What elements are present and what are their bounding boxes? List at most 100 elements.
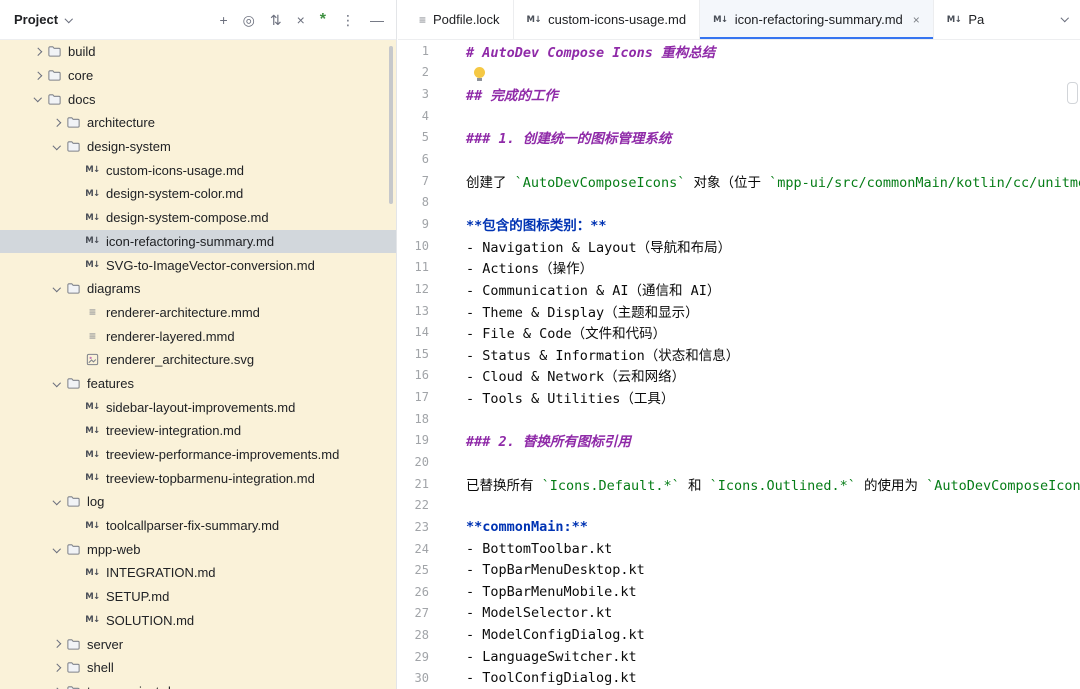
editor-line[interactable]: 16 - Cloud & Network（云和网络）	[398, 365, 1080, 387]
tree-item-build[interactable]: build	[0, 40, 396, 64]
tree-item-shell[interactable]: shell	[0, 656, 396, 680]
line-content: - Communication & AI（通信和 AI）	[450, 279, 720, 299]
line-content: - BottomToolbar.kt	[450, 541, 612, 557]
expand-all-icon[interactable]: ⇅	[270, 13, 282, 27]
markdown-file-icon: M↓	[85, 591, 100, 602]
tree-item-label: treeview-integration.md	[106, 423, 242, 439]
markdown-file-icon: M↓	[85, 615, 100, 626]
tree-item-SOLUTION.md[interactable]: M↓ SOLUTION.md	[0, 609, 396, 633]
line-number: 13	[414, 303, 429, 318]
tree-item-sidebar-layout-improvements.md[interactable]: M↓ sidebar-layout-improvements.md	[0, 395, 396, 419]
tree-item-INTEGRATION.md[interactable]: M↓ INTEGRATION.md	[0, 561, 396, 585]
chevron-collapsed-icon[interactable]	[52, 663, 61, 672]
select-opened-file-icon[interactable]: ◎	[243, 13, 255, 27]
code-segment: - TopBarMenuDesktop.kt	[466, 562, 645, 579]
editor-line[interactable]: 23 **commonMain:**	[398, 516, 1080, 538]
close-tab-icon[interactable]: ×	[913, 13, 920, 27]
tree-item-SETUP.md[interactable]: M↓ SETUP.md	[0, 585, 396, 609]
tree-item-treeview-topbarmenu-integration.md[interactable]: M↓ treeview-topbarmenu-integration.md	[0, 466, 396, 490]
tree-scrollbar-thumb[interactable]	[389, 46, 393, 204]
editor-line[interactable]: 25 - TopBarMenuDesktop.kt	[398, 559, 1080, 581]
editor-line[interactable]: 12 - Communication & AI（通信和 AI）	[398, 278, 1080, 300]
tree-item-design-system[interactable]: design-system	[0, 135, 396, 159]
chevron-collapsed-icon[interactable]	[52, 119, 61, 127]
tree-item-features[interactable]: features	[0, 372, 396, 396]
collapse-all-icon[interactable]: ×	[297, 13, 305, 27]
tree-item-temp-project-docs[interactable]: temp-project-docs	[0, 680, 396, 689]
tree-item-log[interactable]: log	[0, 490, 396, 514]
code-segment: - BottomToolbar.kt	[466, 540, 613, 557]
tree-item-renderer_architecture.svg[interactable]: renderer_architecture.svg	[0, 348, 396, 372]
code-segment: `Icons.Default.*`	[541, 477, 680, 494]
editor-line[interactable]: 8	[398, 191, 1080, 213]
editor-line[interactable]: 9 **包含的图标类别：**	[398, 213, 1080, 235]
editor-tab-Pa[interactable]: M↓ Pa	[934, 0, 990, 39]
tree-item-architecture[interactable]: architecture	[0, 111, 396, 135]
editor-line[interactable]: 18	[398, 408, 1080, 430]
editor-line[interactable]: 6	[398, 148, 1080, 170]
editor-line[interactable]: 26 - TopBarMenuMobile.kt	[398, 581, 1080, 603]
tree-item-treeview-integration.md[interactable]: M↓ treeview-integration.md	[0, 419, 396, 443]
editor-line[interactable]: 28 - ModelConfigDialog.kt	[398, 624, 1080, 646]
tree-item-icon-refactoring-summary.md[interactable]: M↓ icon-refactoring-summary.md	[0, 229, 396, 254]
tree-item-renderer-architecture.mmd[interactable]: ≡ renderer-architecture.mmd	[0, 301, 396, 325]
chevron-collapsed-icon[interactable]	[33, 71, 42, 80]
tree-item-renderer-layered.mmd[interactable]: ≡ renderer-layered.mmd	[0, 324, 396, 348]
editor-line[interactable]: 10 - Navigation & Layout（导航和布局）	[398, 235, 1080, 257]
chevron-expanded-icon[interactable]	[52, 497, 61, 505]
tree-item-toolcallparser-fix-summary.md[interactable]: M↓ toolcallparser-fix-summary.md	[0, 514, 396, 538]
editor-line[interactable]: 13 - Theme & Display（主题和显示）	[398, 300, 1080, 322]
tree-item-core[interactable]: core	[0, 64, 396, 88]
more-options-icon[interactable]: ⋮	[341, 13, 355, 27]
editor-line[interactable]: 22	[398, 494, 1080, 516]
editor-line[interactable]: 7 创建了 `AutoDevComposeIcons` 对象（位于 `mpp-ui…	[398, 170, 1080, 192]
editor-line[interactable]: 5 ### 1. 创建统一的图标管理系统	[398, 127, 1080, 149]
tree-item-server[interactable]: server	[0, 632, 396, 656]
editor-line[interactable]: 29 - LanguageSwitcher.kt	[398, 646, 1080, 668]
tree-item-SVG-to-ImageVector-conversion.md[interactable]: M↓ SVG-to-ImageVector-conversion.md	[0, 253, 396, 277]
editor-tab-Podfile.lock[interactable]: ≡ Podfile.lock	[406, 0, 514, 39]
chevron-expanded-icon[interactable]	[33, 94, 42, 103]
editor-line[interactable]: 19 ### 2. 替换所有图标引用	[398, 430, 1080, 452]
tree-item-mpp-web[interactable]: mpp-web	[0, 537, 396, 561]
editor-line[interactable]: 20	[398, 451, 1080, 473]
editor-line[interactable]: 17 - Tools & Utilities（工具）	[398, 386, 1080, 408]
editor-line[interactable]: 24 - BottomToolbar.kt	[398, 538, 1080, 560]
line-content: **包含的图标类别：**	[450, 214, 607, 234]
editor-line[interactable]: 30 - ToolConfigDialog.kt	[398, 668, 1080, 689]
project-panel-title-button[interactable]: Project	[14, 12, 73, 27]
tree-item-custom-icons-usage.md[interactable]: M↓ custom-icons-usage.md	[0, 158, 396, 182]
editor-line[interactable]: 27 - ModelSelector.kt	[398, 603, 1080, 625]
chevron-expanded-icon[interactable]	[52, 378, 61, 387]
editor-tabs: ≡ Podfile.lock M↓ custom-icons-usage.md M↓ ic…	[406, 0, 1080, 39]
editor-scrollbar-widget[interactable]	[1067, 82, 1078, 104]
tree-item-design-system-compose.md[interactable]: M↓ design-system-compose.md	[0, 206, 396, 230]
editor-line[interactable]: 14 - File & Code（文件和代码）	[398, 321, 1080, 343]
tree-item-diagrams[interactable]: diagrams	[0, 277, 396, 301]
editor-line[interactable]: 11 - Actions（操作）	[398, 256, 1080, 278]
tree-item-treeview-performance-improvements.md[interactable]: M↓ treeview-performance-improvements.md	[0, 443, 396, 467]
editor-line[interactable]: 15 - Status & Information（状态和信息）	[398, 343, 1080, 365]
editor-line[interactable]: 3 ## 完成的工作	[398, 83, 1080, 105]
intention-bulb-icon[interactable]	[474, 66, 485, 81]
line-content: - LanguageSwitcher.kt	[450, 649, 637, 665]
chevron-expanded-icon[interactable]	[52, 544, 61, 553]
tree-item-docs[interactable]: docs	[0, 87, 396, 111]
editor[interactable]: 1 # AutoDev Compose Icons 重构总结 2 3 ## 完成的工作 4…	[398, 40, 1080, 689]
editor-line[interactable]: 21 已替换所有 `Icons.Default.*` 和 `Icons.Outli…	[398, 473, 1080, 495]
chevron-expanded-icon[interactable]	[52, 283, 61, 292]
editor-line[interactable]: 1 # AutoDev Compose Icons 重构总结	[398, 40, 1080, 62]
ai-assistant-icon[interactable]: *	[320, 11, 326, 28]
hide-panel-icon[interactable]: —	[370, 13, 384, 27]
chevron-collapsed-icon[interactable]	[33, 47, 42, 56]
editor-tab-icon-refactoring-summary.md[interactable]: M↓ icon-refactoring-summary.md ×	[700, 0, 934, 39]
editor-line[interactable]: 2	[398, 62, 1080, 84]
chevron-collapsed-icon[interactable]	[52, 640, 61, 648]
code-segment: - ModelSelector.kt	[466, 605, 613, 622]
tab-overflow-button[interactable]	[1050, 0, 1080, 38]
editor-line[interactable]: 4	[398, 105, 1080, 127]
tree-item-design-system-color.md[interactable]: M↓ design-system-color.md	[0, 182, 396, 206]
chevron-expanded-icon[interactable]	[52, 141, 61, 150]
add-icon[interactable]: +	[219, 13, 227, 27]
editor-tab-custom-icons-usage.md[interactable]: M↓ custom-icons-usage.md	[514, 0, 701, 39]
